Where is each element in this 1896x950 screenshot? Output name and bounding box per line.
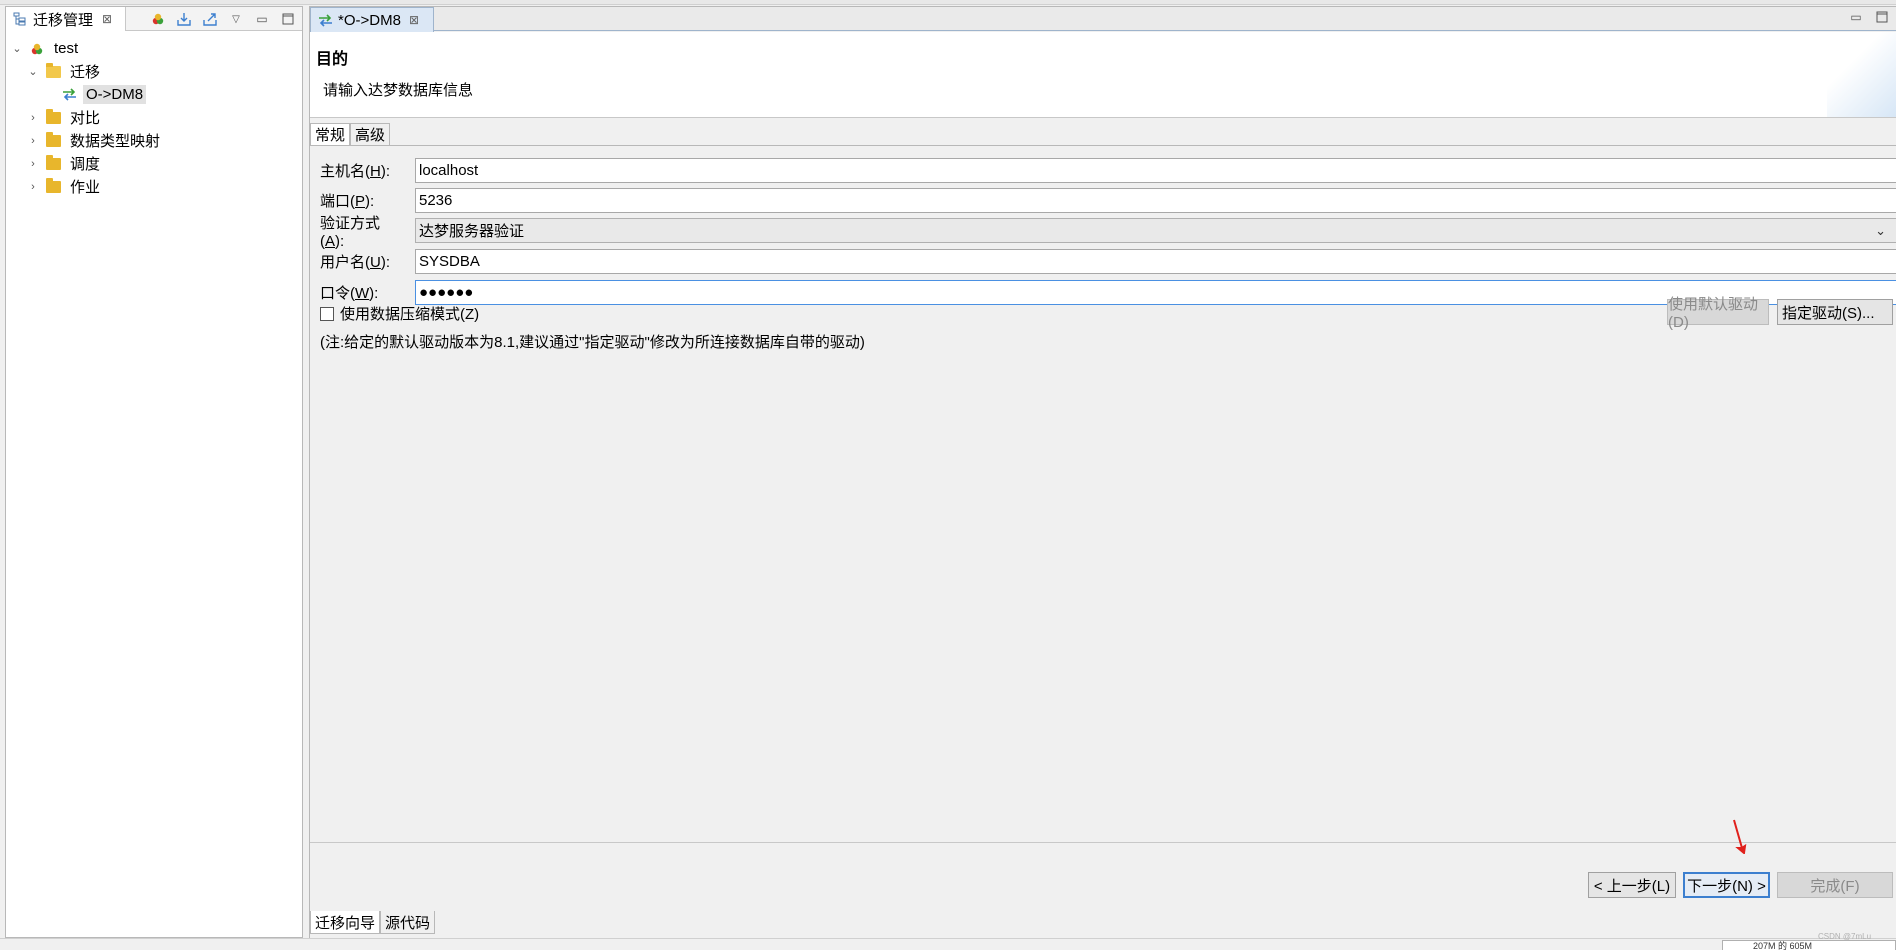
project-icon — [29, 41, 45, 57]
finish-button[interactable]: 完成(F) — [1777, 872, 1893, 898]
compress-mode-checkbox[interactable] — [320, 306, 334, 321]
chevron-right-icon[interactable]: › — [25, 110, 41, 126]
folder-icon — [45, 108, 61, 126]
chevron-right-icon[interactable]: › — [25, 133, 41, 149]
divider — [310, 842, 1896, 843]
use-default-driver-button[interactable]: 使用默认驱动(D) — [1667, 296, 1769, 331]
tree-node-test[interactable]: ⌄ test — [6, 37, 302, 60]
password-row: 口令(W): — [320, 280, 400, 305]
migration-arrows-icon — [61, 87, 77, 103]
migration-editor: *O->DM8 ⊠ ▭ 目的 请输入达梦数据库信息 常规 高级 主机名(H): … — [309, 6, 1896, 938]
memory-status: 207M 的 605M — [1722, 940, 1896, 950]
folder-icon — [45, 177, 61, 195]
tree-node-migration[interactable]: ⌄ 迁移 — [6, 60, 302, 83]
chevron-right-icon[interactable]: › — [25, 156, 41, 172]
tab-migration-management[interactable]: 迁移管理 ⊠ — [6, 7, 126, 31]
wizard-header: 目的 请输入达梦数据库信息 — [310, 32, 1896, 118]
folder-icon — [45, 131, 61, 149]
tree-node-datatype-mapping[interactable]: › 数据类型映射 — [6, 129, 302, 152]
tree-view-icon — [12, 11, 28, 27]
top-toolbar-strip — [0, 0, 1896, 5]
password-label: 口令(W): — [320, 285, 379, 302]
tab-advanced[interactable]: 高级 — [350, 123, 391, 145]
editor-bottom-tabs: 迁移向导 源代码 — [310, 911, 436, 934]
host-label: 主机名(H): — [320, 163, 391, 180]
new-project-icon[interactable] — [150, 11, 166, 27]
chevron-down-icon[interactable]: ⌄ — [25, 64, 41, 80]
export-icon[interactable] — [202, 11, 218, 27]
minimize-icon[interactable]: ▭ — [254, 11, 270, 27]
chevron-down-icon: ⌄ — [1875, 223, 1886, 238]
close-icon[interactable]: ⊠ — [102, 12, 112, 26]
compress-mode-row: 使用数据压缩模式(Z) — [320, 303, 479, 324]
auth-row: 验证方式(A): — [320, 215, 400, 250]
tab-label: *O->DM8 — [338, 11, 401, 29]
tab-label: 迁移管理 — [33, 11, 94, 29]
previous-button[interactable]: < 上一步(L) — [1588, 872, 1676, 898]
tree-node-compare[interactable]: › 对比 — [6, 106, 302, 129]
folder-icon — [45, 154, 61, 172]
compress-mode-label: 使用数据压缩模式(Z) — [340, 306, 480, 323]
tab-o-dm8[interactable]: *O->DM8 ⊠ — [310, 7, 434, 32]
username-input[interactable] — [415, 249, 1896, 274]
view-menu-icon[interactable]: ▽ — [228, 11, 244, 27]
host-input[interactable] — [415, 158, 1896, 183]
tree-node-job[interactable]: › 作业 — [6, 175, 302, 198]
tab-source-code[interactable]: 源代码 — [380, 911, 436, 934]
specify-driver-button[interactable]: 指定驱动(S)... — [1777, 299, 1893, 325]
minimize-icon[interactable]: ▭ — [1848, 9, 1864, 25]
page-title: 目的 — [316, 51, 349, 68]
left-tabbar: 迁移管理 ⊠ ▽ ▭ — [6, 7, 302, 31]
port-label: 端口(P): — [320, 193, 375, 210]
chevron-right-icon[interactable]: › — [25, 179, 41, 195]
import-icon[interactable] — [176, 11, 192, 27]
close-icon[interactable]: ⊠ — [409, 13, 419, 27]
next-button[interactable]: 下一步(N) > — [1683, 872, 1770, 898]
user-row: 用户名(U): — [320, 249, 400, 274]
red-arrow-annotation — [1733, 819, 1747, 854]
port-input[interactable] — [415, 188, 1896, 213]
migration-management-panel: 迁移管理 ⊠ ▽ ▭ ⌄ test ⌄ 迁移 O->DM8 › 对比 › 数据类… — [5, 6, 303, 938]
tab-migration-wizard[interactable]: 迁移向导 — [310, 911, 381, 934]
host-row: 主机名(H): — [320, 158, 400, 183]
folder-open-icon — [45, 62, 61, 80]
tree-label: test — [54, 40, 79, 57]
tree-node-schedule[interactable]: › 调度 — [6, 152, 302, 175]
auth-label: 验证方式(A): — [320, 214, 381, 250]
tree-label: 迁移 — [70, 64, 101, 81]
editor-tabbar: *O->DM8 ⊠ ▭ — [310, 7, 1896, 32]
left-panel-toolbar: ▽ ▭ — [150, 9, 296, 29]
wizard-banner-image — [1827, 32, 1896, 117]
maximize-icon[interactable] — [1874, 9, 1890, 25]
port-row: 端口(P): — [320, 188, 400, 213]
driver-note: (注:给定的默认驱动版本为8.1,建议通过"指定驱动"修改为所连接数据库自带的驱… — [320, 334, 865, 351]
tree-label: 对比 — [70, 110, 101, 127]
migration-tree: ⌄ test ⌄ 迁移 O->DM8 › 对比 › 数据类型映射 › 调度 › … — [6, 31, 302, 198]
maximize-icon[interactable] — [280, 11, 296, 27]
page-description: 请输入达梦数据库信息 — [323, 82, 474, 99]
form-tabs: 常规 高级 — [310, 123, 391, 145]
user-label: 用户名(U): — [320, 254, 391, 271]
watermark: CSDN @7mLu — [1818, 932, 1872, 941]
editor-controls: ▭ — [1848, 9, 1890, 25]
tree-node-o-dm8[interactable]: O->DM8 — [6, 83, 302, 106]
auth-method-value: 达梦服务器验证 — [419, 223, 525, 240]
tab-general[interactable]: 常规 — [310, 123, 351, 145]
tree-label: O->DM8 — [83, 85, 147, 104]
tree-label: 作业 — [70, 179, 101, 196]
tree-label: 数据类型映射 — [70, 133, 161, 150]
connection-form: 主机名(H): 端口(P): 验证方式(A): 达梦服务器验证 ⌄ 用户名(U)… — [310, 145, 1896, 842]
status-bar — [0, 938, 1896, 950]
migration-arrows-icon — [317, 12, 333, 28]
auth-method-select[interactable]: 达梦服务器验证 ⌄ — [415, 218, 1896, 243]
tree-label: 调度 — [70, 156, 101, 173]
chevron-down-icon[interactable]: ⌄ — [9, 41, 25, 57]
